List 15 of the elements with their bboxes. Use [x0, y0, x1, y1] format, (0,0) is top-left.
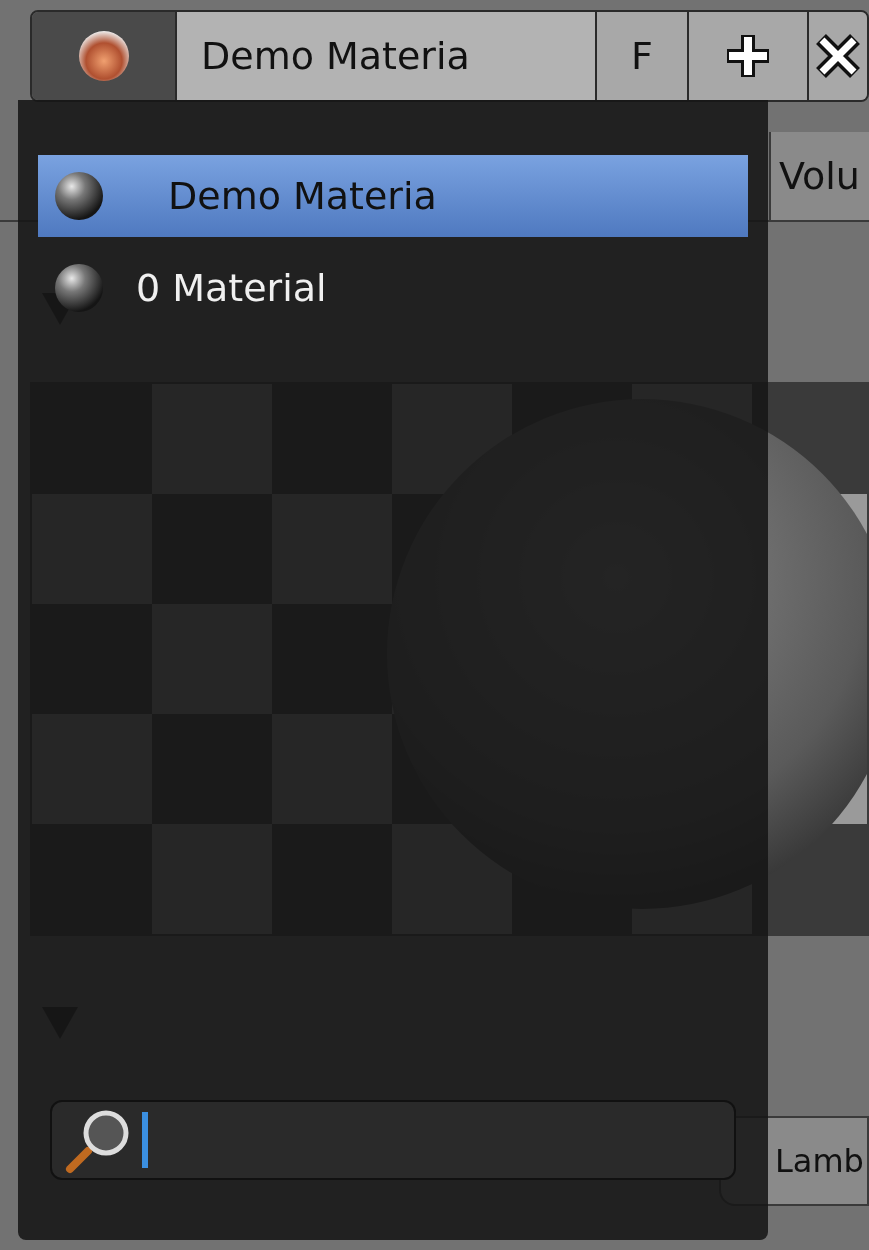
tab[interactable]: Volu: [769, 132, 869, 220]
sphere-icon: [54, 263, 104, 313]
material-menu-item[interactable]: Demo Materia: [38, 155, 748, 237]
fake-user-button[interactable]: F: [597, 12, 689, 100]
search-field[interactable]: [50, 1100, 736, 1180]
material-menu-item[interactable]: 0 Material: [38, 247, 748, 329]
material-type-button[interactable]: [32, 12, 177, 100]
material-label: 0 Material: [136, 264, 327, 312]
close-icon: [815, 33, 861, 79]
material-sphere-icon: [76, 29, 131, 83]
material-name-field[interactable]: Demo Materia: [177, 12, 597, 100]
add-button[interactable]: [689, 12, 809, 100]
sphere-icon: [54, 171, 104, 221]
material-label: Demo Materia: [168, 172, 437, 220]
close-button[interactable]: [809, 12, 867, 100]
